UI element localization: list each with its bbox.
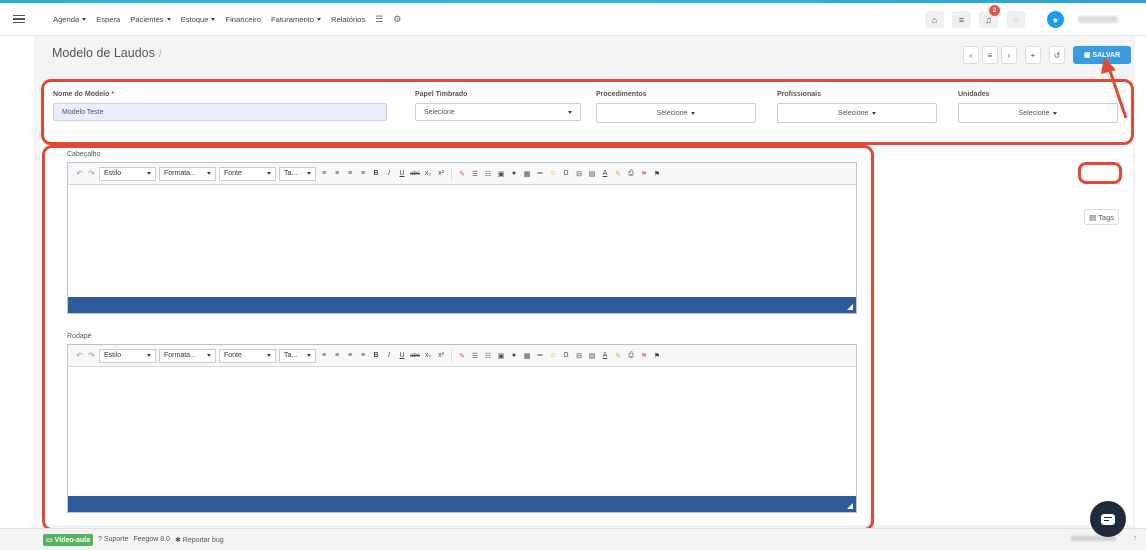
username-blurred bbox=[1078, 16, 1118, 23]
nav-pacientes[interactable]: Pacientes bbox=[130, 14, 171, 24]
reportar-bug-link[interactable]: ✱ Reportar bug bbox=[175, 536, 224, 544]
nav-financeiro[interactable]: Financeiro bbox=[225, 15, 260, 24]
nav-espera-label: Espera bbox=[96, 14, 121, 24]
nav-pacientes-label: Pacientes bbox=[130, 14, 164, 24]
nav-estoque[interactable]: Estoque bbox=[181, 15, 216, 24]
save-icon: ▣ bbox=[1083, 52, 1093, 59]
prev-icon[interactable]: ‹ bbox=[963, 46, 979, 64]
main-nav: Agenda Espera Pacientes Estoque Financei… bbox=[53, 14, 401, 25]
list-view-icon[interactable]: ≡ bbox=[982, 46, 998, 64]
avatar[interactable]: ● bbox=[1047, 11, 1064, 28]
notification-badge: 2 bbox=[989, 5, 1000, 16]
record-action-bar: ‹ ≡ › + ↺ ▣ SALVAR bbox=[963, 46, 1131, 64]
nav-espera[interactable]: Espera bbox=[96, 15, 120, 24]
page-title: Modelo de Laudos bbox=[52, 46, 155, 60]
tags-button[interactable]: ▤ Tags bbox=[1084, 209, 1119, 225]
chevron-down-icon bbox=[166, 17, 171, 21]
tags-icon: ▤ bbox=[1089, 212, 1097, 222]
nav-financeiro-label: Financeiro bbox=[225, 14, 261, 24]
breadcrumb: Modelo de Laudos / bbox=[52, 46, 162, 60]
suporte-link[interactable]: ? Suporte bbox=[98, 536, 128, 543]
top-navbar: Agenda Espera Pacientes Estoque Financei… bbox=[0, 3, 1146, 36]
top-right-actions: ⌂ ≡ ♫ 2 ◌ ● bbox=[925, 5, 1118, 28]
bottom-bar: ▭ Vídeo-aula ? Suporte Feegow 8.0 ✱ Repo… bbox=[0, 528, 1146, 550]
bug-icon: ✱ bbox=[174, 536, 181, 544]
nav-relatorios[interactable]: Relatórios bbox=[331, 15, 365, 24]
help-icon: ? bbox=[97, 536, 102, 543]
video-aula-button[interactable]: ▭ Vídeo-aula bbox=[43, 533, 93, 546]
save-button[interactable]: ▣ SALVAR bbox=[1073, 46, 1131, 64]
highlight-box-editors bbox=[42, 145, 874, 531]
nav-faturamento[interactable]: Faturamento bbox=[270, 14, 322, 24]
nav-estoque-label: Estoque bbox=[180, 14, 209, 24]
tags-label: Tags bbox=[1098, 212, 1114, 222]
chevron-down-icon bbox=[82, 17, 87, 21]
nav-faturamento-label: Faturamento bbox=[270, 14, 315, 24]
chat-bubble-icon bbox=[1101, 513, 1115, 525]
database-icon[interactable]: ☰ bbox=[375, 14, 383, 25]
menu-icon[interactable] bbox=[13, 13, 25, 25]
bell-icon[interactable]: ♫ 2 bbox=[979, 5, 1000, 28]
list-icon[interactable]: ≡ bbox=[952, 11, 971, 28]
highlight-box-fields bbox=[41, 79, 1134, 145]
scroll-top-icon[interactable]: ↑ bbox=[1133, 533, 1137, 542]
version-label: Feegow 8.0 bbox=[133, 536, 170, 543]
chat-button[interactable] bbox=[1090, 501, 1126, 537]
settings-icon[interactable]: ⚙ bbox=[393, 14, 401, 25]
chat-icon[interactable]: ◌ bbox=[1006, 11, 1025, 28]
next-icon[interactable]: › bbox=[1001, 46, 1017, 64]
save-label: SALVAR bbox=[1092, 51, 1121, 59]
chevron-down-icon bbox=[317, 17, 322, 21]
nav-agenda-label: Agenda bbox=[53, 14, 80, 24]
nav-agenda[interactable]: Agenda bbox=[53, 14, 87, 24]
add-icon[interactable]: + bbox=[1025, 46, 1041, 64]
breadcrumb-separator: / bbox=[158, 49, 162, 60]
nav-relatorios-label: Relatórios bbox=[331, 14, 366, 24]
chevron-down-icon bbox=[211, 17, 216, 21]
inbox-icon[interactable]: ⌂ bbox=[925, 11, 944, 28]
highlight-box-tags bbox=[1078, 162, 1122, 184]
history-icon[interactable]: ↺ bbox=[1049, 46, 1065, 64]
